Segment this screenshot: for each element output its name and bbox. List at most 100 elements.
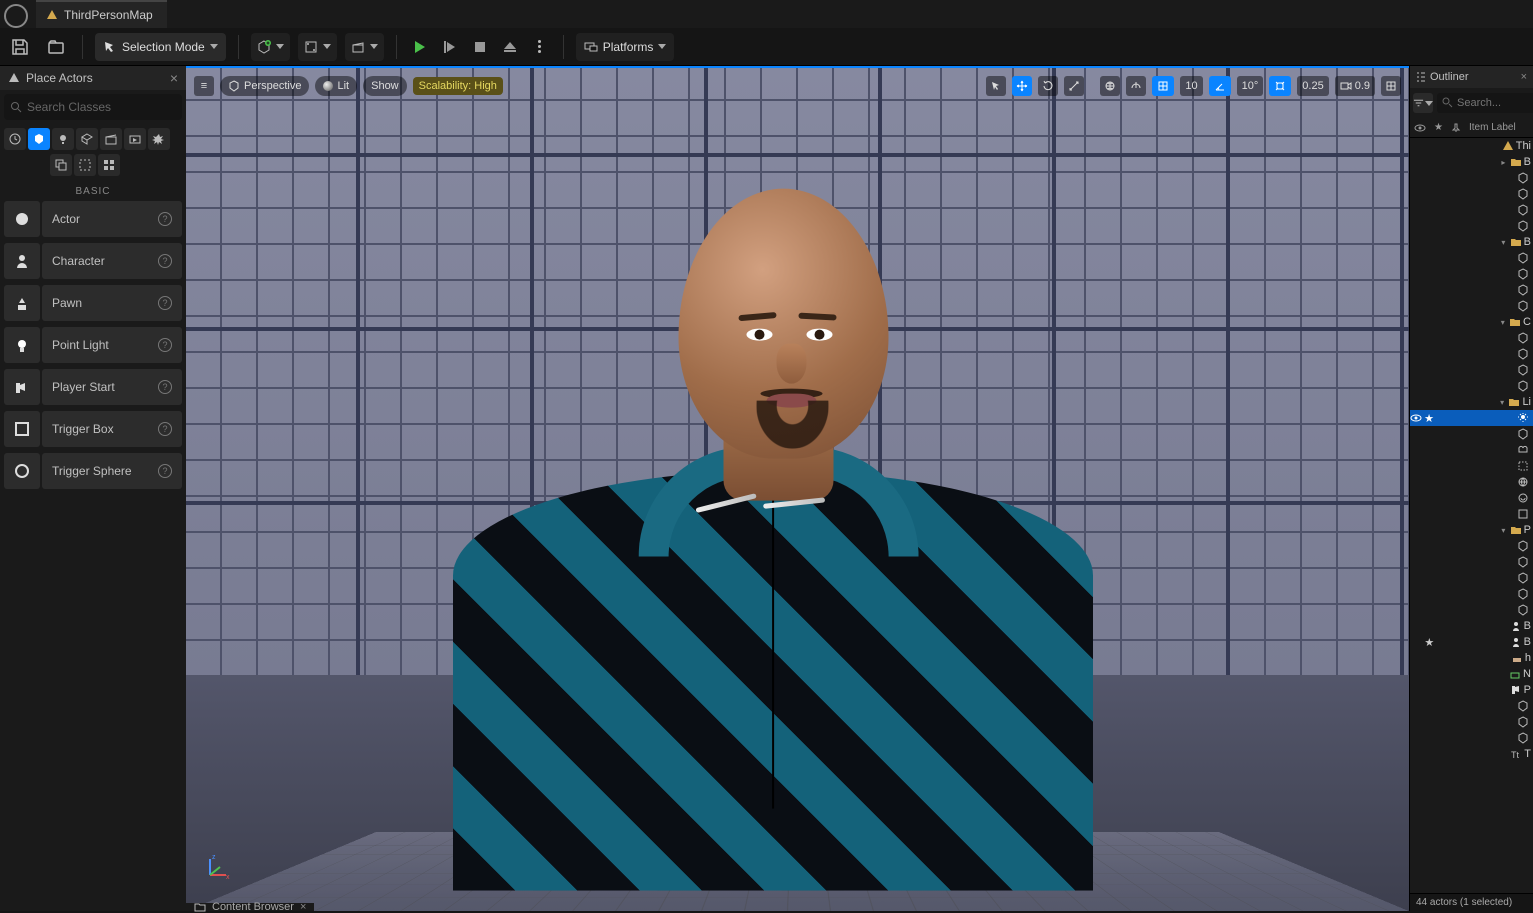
- outliner-row[interactable]: [1410, 714, 1533, 730]
- expand-icon[interactable]: ▸: [1499, 158, 1508, 167]
- actor-item[interactable]: Player Start?: [4, 369, 182, 405]
- outliner-row[interactable]: [1410, 586, 1533, 602]
- surface-snap-button[interactable]: [1126, 76, 1146, 96]
- cinematics-category-icon[interactable]: [100, 128, 122, 150]
- translate-tool-button[interactable]: [1012, 76, 1032, 96]
- level-tab[interactable]: ThirdPersonMap: [36, 0, 167, 28]
- actor-item[interactable]: Pawn?: [4, 285, 182, 321]
- add-content-button[interactable]: [251, 33, 290, 61]
- outliner-row[interactable]: [1410, 378, 1533, 394]
- outliner-row[interactable]: ▾P: [1410, 522, 1533, 538]
- unreal-logo-icon[interactable]: [4, 4, 28, 28]
- outliner-row[interactable]: [1410, 602, 1533, 618]
- info-icon[interactable]: ?: [158, 254, 172, 268]
- outliner-row[interactable]: [1410, 266, 1533, 282]
- platforms-button[interactable]: Platforms: [576, 33, 675, 61]
- select-tool-button[interactable]: [986, 76, 1006, 96]
- outliner-tree[interactable]: Thi▸B▾B▾C▾Li★▾PB★BhNPTtT: [1410, 138, 1533, 762]
- outliner-row[interactable]: ★: [1410, 410, 1533, 426]
- outliner-row[interactable]: [1410, 362, 1533, 378]
- browse-icon[interactable]: [42, 33, 70, 61]
- outliner-row[interactable]: ▾Li: [1410, 394, 1533, 410]
- outliner-row[interactable]: [1410, 730, 1533, 746]
- outliner-row[interactable]: [1410, 554, 1533, 570]
- outliner-row[interactable]: B: [1410, 618, 1533, 634]
- place-actors-tab[interactable]: Place Actors ×: [0, 66, 186, 90]
- close-icon[interactable]: ×: [170, 70, 178, 86]
- perspective-button[interactable]: Perspective: [220, 76, 309, 96]
- close-icon[interactable]: ×: [1521, 71, 1527, 83]
- filter-button[interactable]: [1413, 93, 1433, 113]
- pin-col-icon[interactable]: [1451, 123, 1461, 133]
- actor-item[interactable]: Character?: [4, 243, 182, 279]
- star-icon[interactable]: ★: [1424, 636, 1434, 648]
- outliner-row[interactable]: h: [1410, 650, 1533, 666]
- info-icon[interactable]: ?: [158, 422, 172, 436]
- stop-button[interactable]: [469, 36, 491, 58]
- outliner-row[interactable]: N: [1410, 666, 1533, 682]
- visibility-col-icon[interactable]: [1414, 123, 1426, 133]
- volumes-category-icon[interactable]: [74, 154, 96, 176]
- visibility-icon[interactable]: [1410, 412, 1422, 424]
- grid-snap-value[interactable]: 10: [1180, 76, 1202, 96]
- outliner-row[interactable]: [1410, 506, 1533, 522]
- outliner-row[interactable]: ▾C: [1410, 314, 1533, 330]
- info-icon[interactable]: ?: [158, 380, 172, 394]
- expand-icon[interactable]: ▾: [1498, 398, 1507, 407]
- camera-speed-button[interactable]: 0.9: [1335, 76, 1375, 96]
- actor-item[interactable]: Point Light?: [4, 327, 182, 363]
- pinned-col-icon[interactable]: ★: [1434, 122, 1443, 133]
- blueprint-button[interactable]: [298, 33, 337, 61]
- actor-item[interactable]: Trigger Sphere?: [4, 453, 182, 489]
- outliner-row[interactable]: [1410, 570, 1533, 586]
- outliner-row[interactable]: [1410, 474, 1533, 490]
- outliner-row[interactable]: [1410, 250, 1533, 266]
- outliner-row[interactable]: [1410, 282, 1533, 298]
- actor-item[interactable]: Trigger Box?: [4, 411, 182, 447]
- info-icon[interactable]: ?: [158, 212, 172, 226]
- info-icon[interactable]: ?: [158, 296, 172, 310]
- info-icon[interactable]: ?: [158, 464, 172, 478]
- scalability-badge[interactable]: Scalability: High: [413, 77, 503, 95]
- viewport-menu-button[interactable]: ≡: [194, 76, 214, 96]
- eject-button[interactable]: [499, 36, 521, 58]
- outliner-row[interactable]: [1410, 698, 1533, 714]
- world-local-button[interactable]: [1100, 76, 1120, 96]
- star-icon[interactable]: ★: [1424, 412, 1434, 424]
- outliner-row[interactable]: [1410, 330, 1533, 346]
- outliner-row[interactable]: [1410, 186, 1533, 202]
- info-icon[interactable]: ?: [158, 338, 172, 352]
- basic-category-icon[interactable]: [28, 128, 50, 150]
- lit-button[interactable]: Lit: [315, 76, 357, 96]
- outliner-row[interactable]: [1410, 426, 1533, 442]
- viewport[interactable]: ≡ Perspective Lit Show Scalability: High…: [186, 66, 1409, 911]
- outliner-row[interactable]: P: [1410, 682, 1533, 698]
- recent-category-icon[interactable]: [4, 128, 26, 150]
- outliner-row[interactable]: TtT: [1410, 746, 1533, 762]
- scale-snap-value[interactable]: 0.25: [1297, 76, 1328, 96]
- grid-snap-button[interactable]: [1152, 76, 1174, 96]
- play-options-button[interactable]: [529, 36, 551, 58]
- lights-category-icon[interactable]: [52, 128, 74, 150]
- outliner-row[interactable]: [1410, 202, 1533, 218]
- rotate-tool-button[interactable]: [1038, 76, 1058, 96]
- outliner-row[interactable]: ▾B: [1410, 234, 1533, 250]
- all-category-icon[interactable]: [98, 154, 120, 176]
- fx-category-icon[interactable]: [148, 128, 170, 150]
- outliner-row[interactable]: [1410, 218, 1533, 234]
- outliner-row[interactable]: [1410, 490, 1533, 506]
- angle-snap-value[interactable]: 10°: [1237, 76, 1264, 96]
- outliner-row[interactable]: [1410, 346, 1533, 362]
- actor-item[interactable]: Actor?: [4, 201, 182, 237]
- outliner-row[interactable]: ▸B: [1410, 154, 1533, 170]
- expand-icon[interactable]: ▾: [1498, 318, 1507, 327]
- close-icon[interactable]: ×: [300, 901, 306, 913]
- expand-icon[interactable]: ▾: [1499, 526, 1508, 535]
- item-label-col[interactable]: Item Label: [1469, 122, 1516, 133]
- search-classes-input[interactable]: Search Classes: [4, 94, 182, 120]
- outliner-row[interactable]: ★B: [1410, 634, 1533, 650]
- outliner-row[interactable]: [1410, 298, 1533, 314]
- content-browser-tab[interactable]: Content Browser ×: [186, 903, 314, 911]
- outliner-row[interactable]: [1410, 458, 1533, 474]
- angle-snap-button[interactable]: [1209, 76, 1231, 96]
